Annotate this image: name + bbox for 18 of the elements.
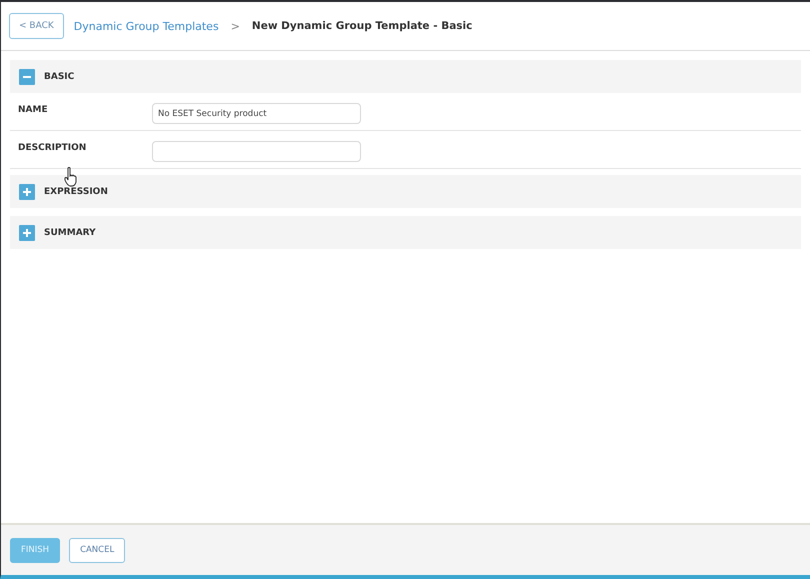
description-field[interactable] xyxy=(152,141,361,162)
collapse-icon[interactable] xyxy=(19,68,35,84)
section-title: SUMMARY xyxy=(44,228,96,238)
page-title: New Dynamic Group Template - Basic xyxy=(252,20,472,32)
section-header[interactable]: BASIC xyxy=(10,60,801,93)
section-title: BASIC xyxy=(44,72,74,82)
section-header[interactable]: EXPRESSION xyxy=(10,175,801,208)
breadcrumb-separator: > xyxy=(230,20,240,32)
name-field[interactable]: No ESET Security product xyxy=(152,103,361,124)
cancel-button[interactable]: CANCEL xyxy=(69,538,126,562)
breadcrumb-link[interactable]: Dynamic Group Templates xyxy=(74,20,219,32)
section-header[interactable]: SUMMARY xyxy=(10,216,801,249)
section-title: EXPRESSION xyxy=(44,186,108,196)
field-label: NAME xyxy=(18,105,49,115)
expand-icon[interactable] xyxy=(19,224,35,240)
field-label: DESCRIPTION xyxy=(18,143,88,153)
expand-icon[interactable] xyxy=(19,184,35,200)
hand-cursor-icon xyxy=(64,167,78,187)
